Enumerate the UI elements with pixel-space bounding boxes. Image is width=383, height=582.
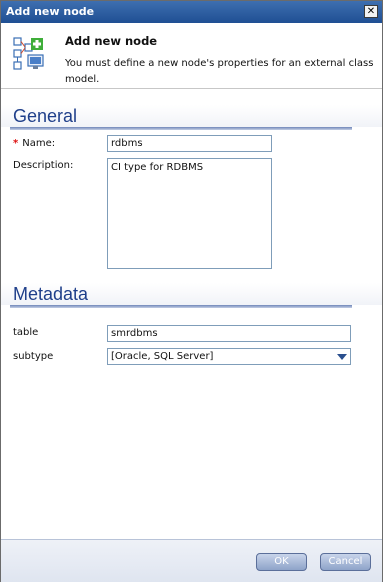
general-section-divider bbox=[10, 127, 352, 130]
class-model-icon bbox=[13, 37, 44, 70]
name-label: * Name: bbox=[13, 138, 55, 149]
close-button[interactable]: ✕ bbox=[364, 5, 378, 18]
description-label: Description: bbox=[13, 160, 74, 171]
subtype-label: subtype bbox=[13, 351, 54, 362]
description-field[interactable]: CI type for RDBMS bbox=[107, 158, 272, 269]
title-bar[interactable]: Add new node ✕ bbox=[1, 1, 382, 23]
header-title: Add new node bbox=[65, 34, 158, 48]
subtype-selected-value: [Oracle, SQL Server] bbox=[111, 351, 214, 362]
table-label: table bbox=[13, 327, 39, 338]
dialog-header: Add new node You must define a new node'… bbox=[1, 23, 382, 89]
name-field[interactable]: rdbms bbox=[107, 135, 272, 152]
close-icon: ✕ bbox=[366, 6, 376, 17]
window-title: Add new node bbox=[6, 5, 95, 18]
header-description: You must define a new node's properties … bbox=[65, 58, 374, 85]
subtype-select[interactable]: [Oracle, SQL Server] bbox=[107, 348, 351, 365]
general-section-title: General bbox=[13, 106, 78, 126]
dialog-footer: OK Cancel bbox=[1, 539, 382, 582]
name-label-text: Name: bbox=[22, 138, 56, 149]
table-field[interactable]: smrdbms bbox=[107, 325, 351, 342]
ok-button[interactable]: OK bbox=[256, 553, 307, 571]
chevron-down-icon[interactable] bbox=[335, 350, 349, 363]
required-marker: * bbox=[13, 138, 19, 149]
metadata-section-divider bbox=[10, 305, 352, 308]
cancel-button[interactable]: Cancel bbox=[320, 553, 371, 571]
metadata-section-title: Metadata bbox=[13, 284, 89, 304]
add-node-dialog: Add new node ✕ Add new node You must def… bbox=[0, 0, 383, 582]
